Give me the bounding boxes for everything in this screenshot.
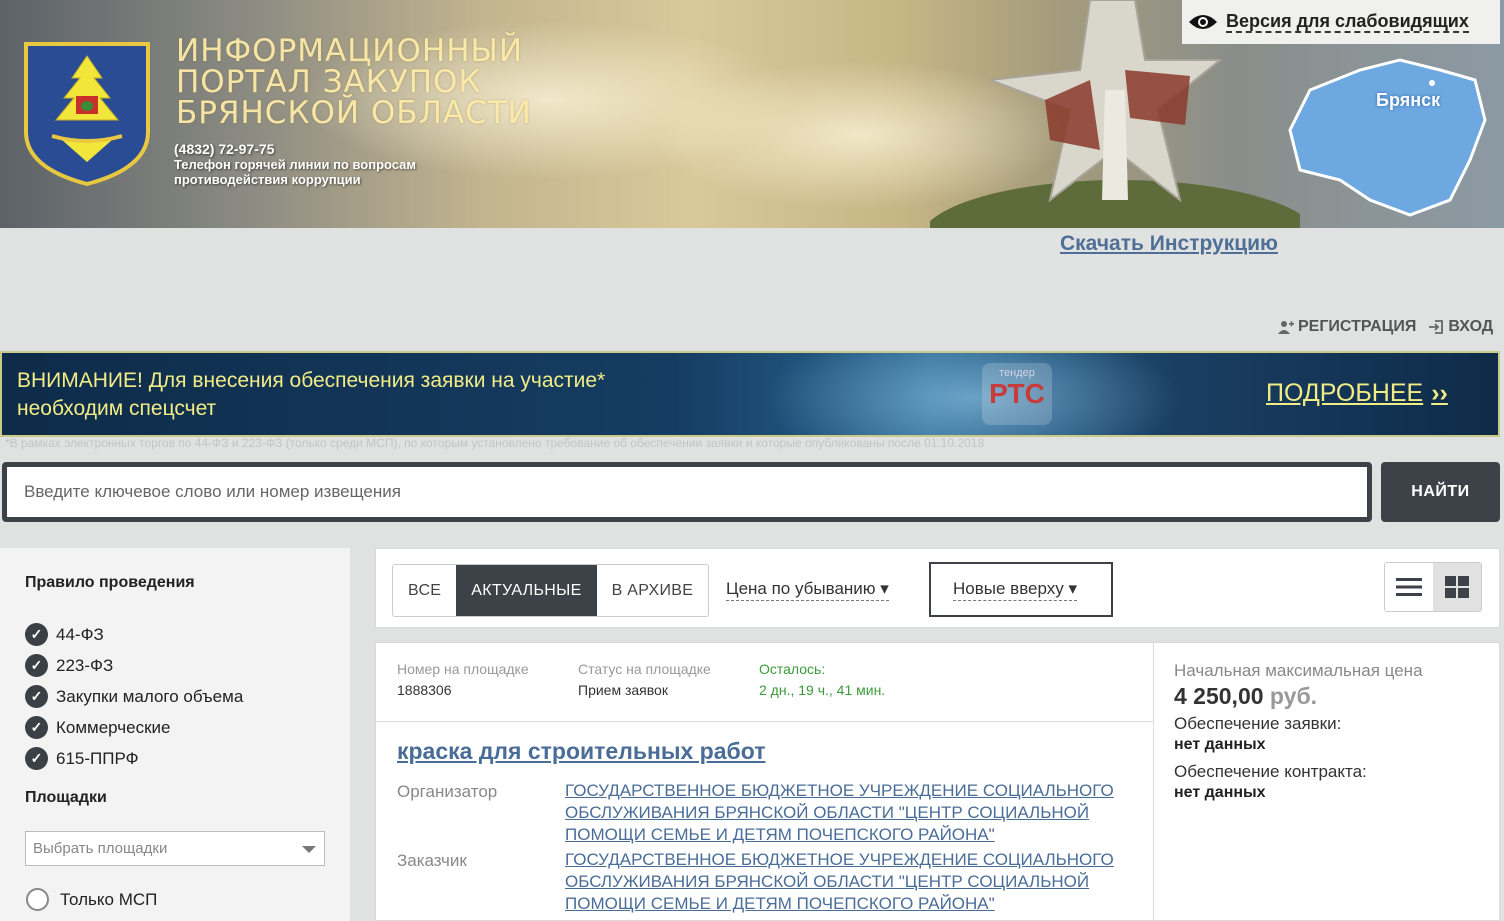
check-icon: ✓ xyxy=(25,747,48,770)
chevron-right-icon: ›› xyxy=(1431,379,1448,407)
contract-security-label: Обеспечение контракта: xyxy=(1174,762,1367,781)
check-icon: ✓ xyxy=(25,685,48,708)
platforms-heading: Площадки xyxy=(25,789,107,806)
rule-label: 44-ФЗ xyxy=(56,624,104,644)
card-divider xyxy=(1153,643,1154,921)
notice-footnote: *В рамках электронных торгов по 44-ФЗ и … xyxy=(5,436,985,450)
region-label: Брянск xyxy=(1376,90,1441,110)
rules-checklist: ✓ 44-ФЗ ✓ 223-ФЗ ✓ Закупки малого объема… xyxy=(25,619,243,774)
low-vision-button[interactable]: Версия для слабовидящих xyxy=(1182,0,1500,44)
list-view-button[interactable] xyxy=(1385,563,1433,611)
sort-date-label: Новые вверху ▾ xyxy=(953,578,1078,601)
meta-value: 2 дн., 19 ч., 41 мин. xyxy=(759,682,886,698)
hotline-text: Телефон горячей линии по вопросам xyxy=(174,157,417,172)
organizer-link[interactable]: ГОСУДАРСТВЕННОЕ БЮДЖЕТНОЕ УЧРЕЖДЕНИЕ СОЦ… xyxy=(565,780,1125,846)
meta-value: Прием заявок xyxy=(578,682,668,698)
sort-price-dropdown[interactable]: Цена по убыванию ▾ xyxy=(726,578,889,601)
card-status: Статус на площадке Прием заявок xyxy=(578,659,711,701)
card-number: Номер на площадке 1888306 xyxy=(397,659,529,701)
tab-actual[interactable]: АКТУАЛЬНЫЕ xyxy=(456,565,597,616)
customer-link[interactable]: ГОСУДАРСТВЕННОЕ БЮДЖЕТНОЕ УЧРЕЖДЕНИЕ СОЦ… xyxy=(565,849,1125,915)
coat-of-arms-icon xyxy=(24,42,150,186)
rule-checkbox-223fz[interactable]: ✓ 223-ФЗ xyxy=(25,650,243,681)
tab-all[interactable]: ВСЕ xyxy=(393,565,456,616)
contract-security-value: нет данных xyxy=(1174,784,1266,801)
hotline-phone: (4832) 72-97-75 xyxy=(174,141,275,157)
portal-title-line: ИНФОРМАЦИОННЫЙ xyxy=(176,33,524,69)
meta-label: Осталось: xyxy=(759,661,826,677)
meta-label: Номер на площадке xyxy=(397,661,529,677)
msp-radio[interactable]: Только МСП xyxy=(26,888,157,911)
status-tabs: ВСЕ АКТУАЛЬНЫЕ В АРХИВЕ xyxy=(392,564,710,617)
portal-title-line: ПОРТАЛ ЗАКУПОК xyxy=(176,64,482,100)
tab-archive[interactable]: В АРХИВЕ xyxy=(597,565,709,616)
platforms-select[interactable]: Выбрать площадки xyxy=(25,831,325,866)
check-icon: ✓ xyxy=(25,716,48,739)
hotline-text: противодействия коррупции xyxy=(174,172,361,187)
search-input[interactable] xyxy=(7,467,1367,517)
rule-label: 615-ППРФ xyxy=(56,748,139,768)
login-link[interactable]: ВХОД xyxy=(1428,318,1493,336)
price-amount: 4 250,00 xyxy=(1174,683,1264,709)
check-icon: ✓ xyxy=(25,623,48,646)
portal-title: ИНФОРМАЦИОННЫЙ ПОРТАЛ ЗАКУПОК БРЯНСКОЙ О… xyxy=(176,36,532,129)
msp-label: Только МСП xyxy=(60,889,158,909)
rule-checkbox-615pprf[interactable]: ✓ 615-ППРФ xyxy=(25,743,243,774)
price-currency: руб. xyxy=(1269,683,1318,709)
bid-security-value: нет данных xyxy=(1174,736,1266,753)
sort-date-dropdown[interactable]: Новые вверху ▾ xyxy=(929,562,1113,617)
rule-label: 223-ФЗ xyxy=(56,655,114,675)
download-instruction-link[interactable]: Скачать Инструкцию xyxy=(1060,232,1278,256)
organizer-label: Организатор xyxy=(397,782,498,801)
meta-label: Статус на площадке xyxy=(578,661,711,677)
list-icon xyxy=(1396,578,1422,596)
portal-title-line: БРЯНСКОЙ ОБЛАСТИ xyxy=(176,95,532,131)
region-map-icon xyxy=(1288,58,1487,217)
header-banner: ИНФОРМАЦИОННЫЙ ПОРТАЛ ЗАКУПОК БРЯНСКОЙ О… xyxy=(0,0,1504,228)
hotline-info: (4832) 72-97-75 Телефон горячей линии по… xyxy=(174,141,417,188)
notice-banner[interactable]: ВНИМАНИЕ! Для внесения обеспечения заявк… xyxy=(0,351,1500,437)
rule-label: Закупки малого объема xyxy=(56,686,244,706)
notice-glow xyxy=(762,353,1182,435)
chevron-down-icon xyxy=(302,846,316,853)
price-value: 4 250,00 руб. xyxy=(1174,683,1317,710)
notice-line: ВНИМАНИЕ! Для внесения обеспечения заявк… xyxy=(17,369,606,392)
logo-big-text: РТС xyxy=(989,378,1045,409)
low-vision-label: Версия для слабовидящих xyxy=(1226,11,1469,33)
search-button[interactable]: НАЙТИ xyxy=(1381,462,1500,522)
notice-line: необходим спецсчет xyxy=(17,397,217,420)
more-link[interactable]: ПОДРОБНЕЕ ›› xyxy=(1266,379,1448,408)
radio-icon xyxy=(26,888,49,911)
register-label: РЕГИСТРАЦИЯ xyxy=(1298,318,1417,335)
rule-checkbox-small-volume[interactable]: ✓ Закупки малого объема xyxy=(25,681,243,712)
procurement-card: Номер на площадке 1888306 Статус на площ… xyxy=(375,642,1500,921)
rule-checkbox-44fz[interactable]: ✓ 44-ФЗ xyxy=(25,619,243,650)
rts-tender-logo: тендер РТС xyxy=(982,363,1052,425)
more-label: ПОДРОБНЕЕ xyxy=(1266,379,1424,407)
meta-value: 1888306 xyxy=(397,682,452,698)
customer-label: Заказчик xyxy=(397,851,467,870)
price-label: Начальная максимальная цена xyxy=(1174,661,1423,680)
rules-heading: Правило проведения xyxy=(25,574,195,591)
card-divider xyxy=(376,721,1153,722)
platforms-placeholder: Выбрать площадки xyxy=(33,840,168,857)
bid-security-label: Обеспечение заявки: xyxy=(1174,714,1342,733)
notice-message: ВНИМАНИЕ! Для внесения обеспечения заявк… xyxy=(17,367,605,423)
grid-icon xyxy=(1445,576,1469,598)
grid-view-button[interactable] xyxy=(1433,563,1481,611)
login-icon xyxy=(1429,320,1444,334)
rule-label: Коммерческие xyxy=(56,717,171,737)
auth-links: РЕГИСТРАЦИЯ ВХОД xyxy=(1278,318,1493,336)
check-icon: ✓ xyxy=(25,654,48,677)
procurement-title-link[interactable]: краска для строительных работ xyxy=(397,738,765,765)
rule-checkbox-commercial[interactable]: ✓ Коммерческие xyxy=(25,712,243,743)
search-box xyxy=(2,462,1372,522)
eye-icon xyxy=(1189,15,1217,29)
card-remaining: Осталось: 2 дн., 19 ч., 41 мин. xyxy=(759,659,885,701)
user-add-icon xyxy=(1278,321,1294,334)
view-toggle xyxy=(1384,562,1482,612)
login-label: ВХОД xyxy=(1448,318,1494,335)
register-link[interactable]: РЕГИСТРАЦИЯ xyxy=(1278,318,1416,336)
